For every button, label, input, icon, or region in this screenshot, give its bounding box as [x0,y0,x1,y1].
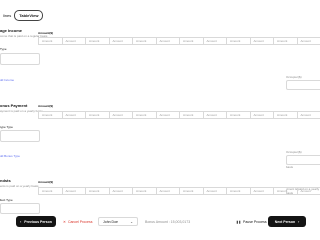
amount-input[interactable]: Amount [296,111,320,119]
dividends-hint: yment is paid on a yearly basis [286,187,320,195]
amount-input[interactable]: Amount [202,187,227,195]
amount-header: Amount($) [38,180,53,184]
tab-tableview[interactable]: TableView [14,10,44,21]
amount-input[interactable]: Amount [226,111,251,119]
add-bonus-type-link[interactable]: dd Bonus Type [0,154,20,158]
person-select-value: John Doe [103,219,118,224]
collect-type-select[interactable] [0,203,40,214]
amount-input[interactable]: Amount [61,187,86,195]
next-person-label: Next Person [274,219,296,224]
amount-input[interactable]: Amount [155,37,180,45]
occupier-label: Occupier($) [286,75,302,79]
occupier-label: Occupier($) [286,150,302,154]
amount-header: Amount($) [38,31,53,35]
field-label-bonus-type: type Type [0,125,13,129]
view-tabs: lines TableView [0,10,44,21]
add-income-link[interactable]: dd Income [0,78,14,82]
amount-input[interactable]: Amount [38,37,63,45]
field-label-collect-type: llect Type [0,198,13,202]
amount-input[interactable]: Amount [202,111,227,119]
field-label-type: Type [0,47,7,51]
amount-input[interactable]: Amount [132,37,157,45]
dividends-amount-row: Amount Amount Amount Amount Amount Amoun… [38,187,320,195]
amount-input[interactable]: Amount [179,111,204,119]
close-icon: ✕ [63,219,66,224]
occupier-input[interactable] [286,80,320,90]
next-person-button[interactable]: Next Person › [268,216,306,227]
amount-input[interactable]: Amount [85,111,110,119]
section-subtitle-bonus: ayment is paid on a yearly basis [0,109,43,113]
amount-input[interactable]: Amount [249,111,274,119]
amount-input[interactable]: Amount [38,187,63,195]
amount-input[interactable]: Amount [38,111,63,119]
bonus-type-select[interactable] [0,130,40,142]
amount-input[interactable]: Amount [85,187,110,195]
amount-input[interactable]: Amount [273,111,298,119]
section-title-bonus: onus Payment [0,103,28,108]
amount-input[interactable]: Amount [61,37,86,45]
amount-input[interactable]: Amount [155,111,180,119]
amount-input[interactable]: Amount [179,37,204,45]
cancel-process-label: Cancel Process [67,219,93,224]
section-title-income: age Income [0,28,23,33]
chevron-right-icon: › [298,219,300,224]
pause-icon: ❚❚ [236,219,242,224]
amount-input[interactable]: Amount [226,187,251,195]
cancel-process-button[interactable]: ✕ Cancel Process [63,216,95,227]
amount-input[interactable]: Amount [249,37,274,45]
pause-process-label: Pause Process [243,219,267,224]
amount-input[interactable]: Amount [85,37,110,45]
chevron-left-icon: ‹ [20,219,22,224]
section-title-dividends: ndsts [0,178,11,183]
amount-input[interactable]: Amount [155,187,180,195]
amount-input[interactable]: Amount [273,37,298,45]
person-select[interactable]: John Doe ⌄ [98,217,138,226]
amount-input[interactable]: Amount [132,111,157,119]
tab-lines[interactable]: lines [0,11,14,20]
bonus-amount-text: Bonus Amount : 15,003,0173 [145,219,191,224]
amount-header: Amount($) [38,104,53,108]
amount-input[interactable]: Amount [108,111,133,119]
amount-input[interactable]: Amount [132,187,157,195]
amount-input[interactable]: Amount [108,37,133,45]
amount-input[interactable]: Amount [179,187,204,195]
chevron-down-icon: ⌄ [130,219,133,224]
occupier-input[interactable] [286,155,320,165]
amount-input[interactable]: Amount [108,187,133,195]
section-subtitle-dividends: ents is paid on a yearly basis [0,184,39,188]
amount-input[interactable]: Amount [61,111,86,119]
previous-person-button[interactable]: ‹ Previous Person [16,216,56,227]
bonus-amount-row: Amount Amount Amount Amount Amount Amoun… [38,111,320,119]
amount-input[interactable]: Amount [226,37,251,45]
pause-process-button[interactable]: ❚❚ Pause Process [236,216,267,227]
amount-input[interactable]: Amount [249,187,274,195]
amount-input[interactable]: Amount [202,37,227,45]
previous-person-label: Previous Person [24,219,52,224]
amount-input[interactable]: Amount [296,37,320,45]
income-type-select[interactable] [0,53,40,65]
income-amount-row: Amount Amount Amount Amount Amount Amoun… [38,37,320,45]
